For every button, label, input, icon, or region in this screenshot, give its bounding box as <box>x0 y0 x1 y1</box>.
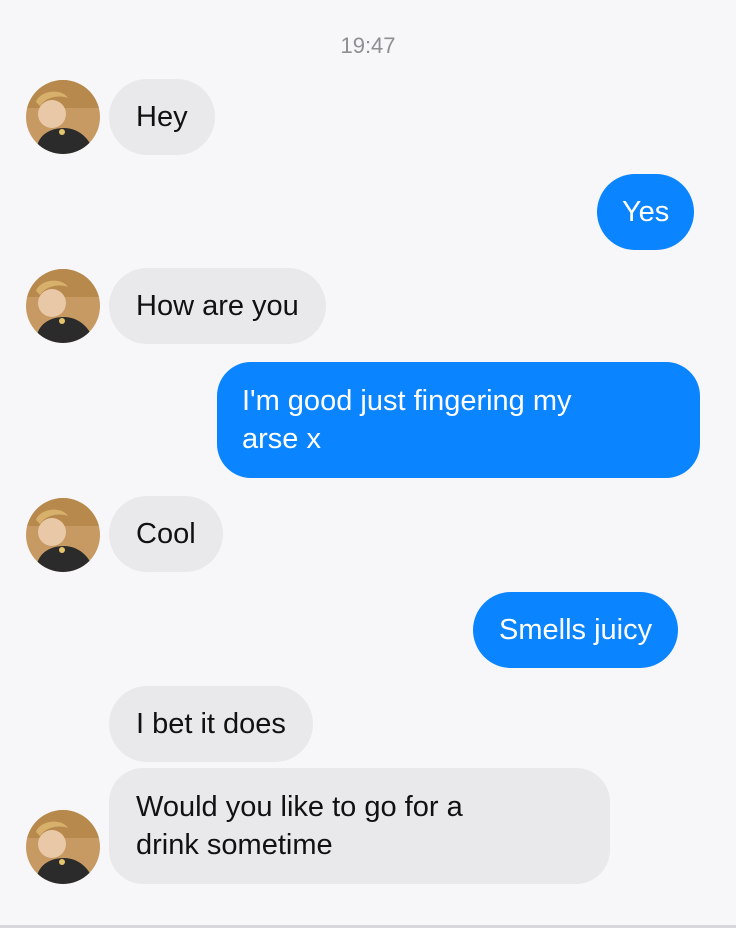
contact-avatar-icon[interactable] <box>26 269 100 343</box>
message-bubble-outgoing[interactable]: Yes <box>597 174 695 250</box>
message-text: Hey <box>136 101 188 133</box>
contact-avatar-icon[interactable] <box>26 810 100 884</box>
message-bubble-incoming[interactable]: Would you like to go for a drink sometim… <box>109 768 610 884</box>
message-bubble-incoming[interactable]: How are you <box>109 268 326 344</box>
message-text: Cool <box>136 518 196 550</box>
message-text: Smells juicy <box>499 614 653 646</box>
message-bubble-outgoing[interactable]: Smells juicy <box>473 592 679 668</box>
message-text-line: drink sometime <box>136 829 333 861</box>
contact-avatar-icon[interactable] <box>26 498 100 572</box>
message-text: I bet it does <box>136 708 286 740</box>
message-text-line: Would you like to go for a <box>136 791 463 823</box>
message-text: How are you <box>136 290 299 322</box>
message-bubble-incoming[interactable]: Cool <box>109 496 223 572</box>
message-bubble-incoming[interactable]: Hey <box>109 79 215 155</box>
contact-avatar-icon[interactable] <box>26 80 100 154</box>
message-text-line: arse x <box>242 423 321 455</box>
message-bubble-incoming[interactable]: I bet it does <box>109 686 313 762</box>
message-text: Yes <box>622 196 670 228</box>
timestamp: 19:47 <box>340 33 396 58</box>
message-bubble-outgoing[interactable]: I'm good just fingering my arse x <box>217 362 700 478</box>
message-text-line: I'm good just fingering my <box>242 385 572 417</box>
